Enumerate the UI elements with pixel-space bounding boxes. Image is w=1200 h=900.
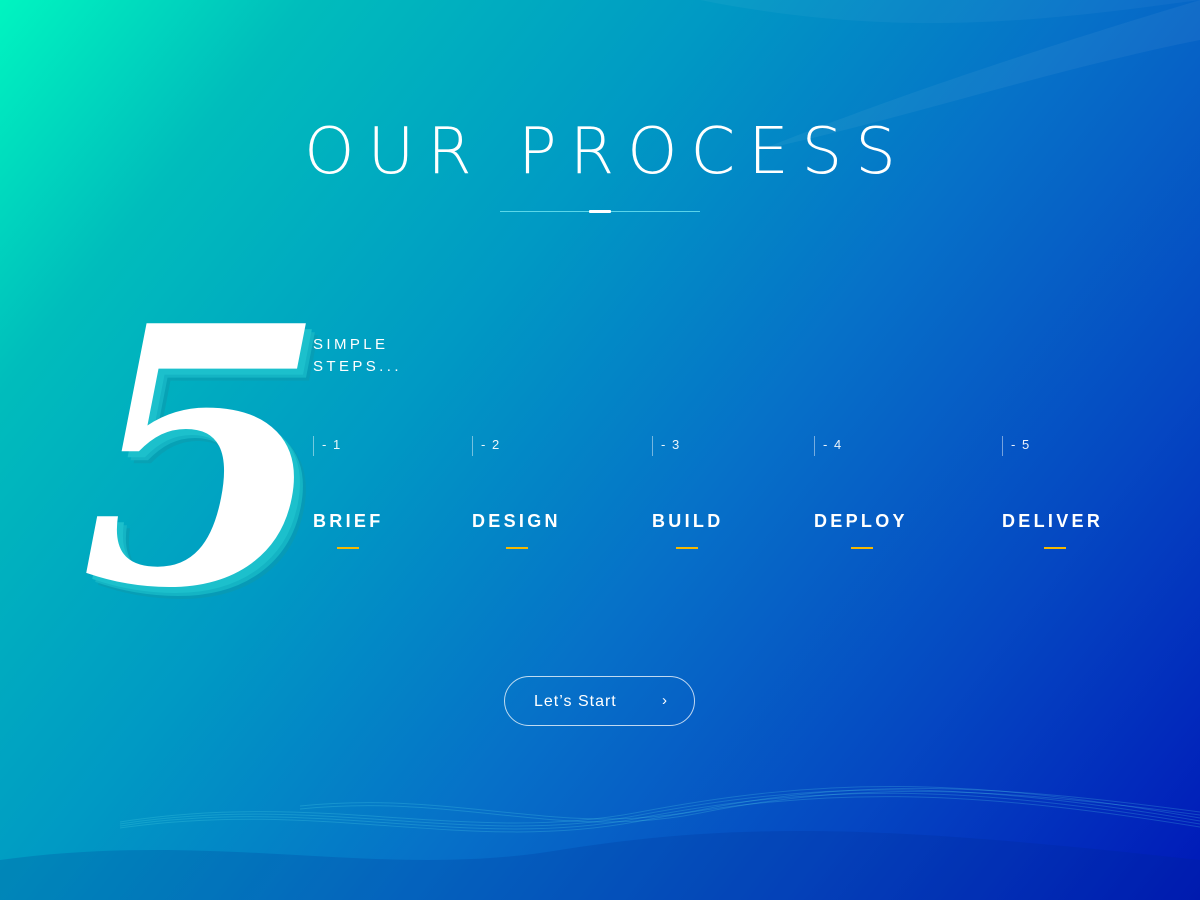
step-number: - 2 (472, 436, 501, 456)
chevron-right-icon: › (662, 692, 668, 709)
step-number: - 5 (1002, 436, 1031, 456)
step-number: - 4 (814, 436, 843, 456)
page-title: OUR PROCESS (304, 115, 909, 189)
step-label: DELIVER (1002, 511, 1104, 531)
step-label: BUILD (652, 511, 724, 531)
subtitle: SIMPLE STEPS... (313, 334, 402, 378)
step-underline (506, 547, 528, 549)
step-underline (1044, 547, 1066, 549)
big-number-five: 5 5 5 5 (78, 249, 339, 678)
lets-start-label: Let’s Start (534, 693, 617, 710)
big-number-face: 5 (80, 249, 327, 666)
title-divider-accent (589, 210, 611, 213)
step-label: DEPLOY (814, 511, 908, 531)
step-label: BRIEF (313, 511, 384, 531)
lets-start-button[interactable]: Let’s Start › (504, 676, 695, 726)
step-number: - 3 (652, 436, 681, 456)
step-underline (676, 547, 698, 549)
step-label: DESIGN (472, 511, 561, 531)
subtitle-line-2: STEPS... (313, 358, 402, 375)
subtitle-line-1: SIMPLE (313, 336, 389, 353)
step-underline (851, 547, 873, 549)
step-underline (337, 547, 359, 549)
step-number: - 1 (313, 436, 342, 456)
